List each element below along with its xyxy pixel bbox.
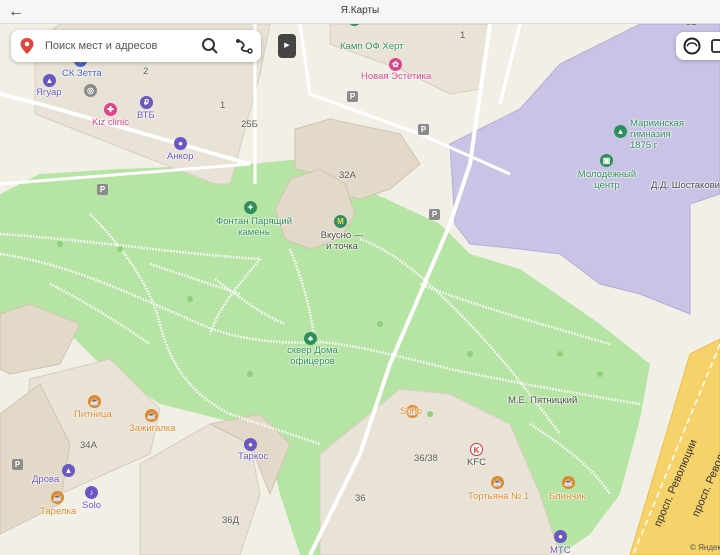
poi-kfc-label[interactable]: KFC — [467, 457, 486, 468]
parking-icon[interactable]: P — [97, 184, 108, 195]
search-icon[interactable] — [201, 37, 219, 55]
poi-sk-zetta-label[interactable]: СК Зетта — [62, 68, 102, 79]
building-number: 36Д — [222, 515, 240, 526]
panorama-icon[interactable] — [711, 39, 720, 53]
poi-drova-label[interactable]: Дрова — [32, 474, 59, 485]
poi-generic-icon[interactable]: ◎ — [84, 84, 97, 97]
poi-vtb-icon[interactable]: ₽ — [140, 96, 153, 109]
poi-novaya-estetika-icon[interactable]: ✿ — [389, 58, 402, 71]
poi-mariinskaya-icon[interactable]: ▲ — [614, 125, 627, 138]
poi-mts-label[interactable]: МТС — [550, 545, 571, 555]
route-icon[interactable] — [235, 37, 253, 55]
map-canvas[interactable]: 32 1 2 1 25Б 32А 34А 36/38 36 36Д P P P … — [0, 24, 720, 555]
poi-molodezhny-label[interactable]: Молодёжный центр — [577, 169, 637, 191]
building-number: 36/38 — [414, 453, 438, 464]
copyright-label[interactable]: © Яндекс — [690, 543, 720, 552]
poi-zazhigalka-label[interactable]: Зажигалка — [129, 423, 175, 434]
window-title: Я.Карты — [340, 5, 380, 16]
map-controls-panel — [676, 32, 720, 60]
poi-pyatnitsky-label[interactable]: М.Е. Пятницкий — [508, 395, 577, 406]
building-number: 1 — [460, 30, 466, 41]
building-number: 36 — [355, 493, 366, 504]
building-number: 25Б — [241, 119, 258, 130]
poi-ancor-icon[interactable]: ● — [174, 137, 187, 150]
building-number: 1 — [220, 100, 226, 111]
poi-molodezhny-icon[interactable]: ▣ — [600, 154, 613, 167]
poi-kamp-label[interactable]: Камп ОФ Херт — [340, 41, 403, 52]
poi-vtb-label[interactable]: ВТБ — [137, 110, 155, 121]
poi-solo-icon[interactable]: ♪ — [85, 486, 98, 499]
layers-icon[interactable] — [683, 37, 701, 55]
poi-zazhigalka-icon[interactable]: ☕ — [145, 409, 158, 422]
search-bar — [11, 30, 261, 62]
poi-tarkos-icon[interactable]: ● — [244, 438, 257, 451]
parking-icon[interactable]: P — [347, 91, 358, 102]
poi-pitnitsa-icon[interactable]: ☕ — [88, 395, 101, 408]
poi-drova-icon[interactable]: ▲ — [62, 464, 75, 477]
poi-kiz-clinic-label[interactable]: Kiz clinic — [92, 117, 129, 128]
location-pin-icon — [20, 38, 34, 54]
poi-mts-icon[interactable]: ● — [554, 530, 567, 543]
poi-tortyana-label[interactable]: Тортьяна № 1 — [468, 491, 529, 502]
title-bar: ← Я.Карты — [0, 0, 720, 24]
search-input[interactable] — [45, 30, 195, 62]
building-number: 34А — [80, 440, 97, 451]
building-number: 32 — [686, 24, 697, 28]
poi-fountain-icon[interactable]: ✦ — [244, 201, 257, 214]
poi-soho-label[interactable]: Soho — [400, 406, 422, 417]
poi-vkusno-label[interactable]: Вкусно — и точка — [318, 230, 366, 252]
poi-blinchik-label[interactable]: Блинчик — [549, 491, 586, 502]
poi-yaguar-label[interactable]: Ягуар — [36, 87, 62, 98]
parking-icon[interactable]: P — [429, 209, 440, 220]
poi-tarkos-label[interactable]: Таркос — [238, 451, 268, 462]
poi-kfc-icon[interactable]: K — [470, 443, 483, 456]
poi-tarelka-icon[interactable]: ☕ — [51, 491, 64, 504]
poi-ancor-label[interactable]: Анкор — [167, 151, 193, 162]
parking-icon[interactable]: P — [418, 124, 429, 135]
poi-pitnitsa-label[interactable]: Питница — [74, 409, 112, 420]
poi-tortyana-icon[interactable]: ☕ — [491, 476, 504, 489]
poi-mariinskaya-label[interactable]: Мариинская гимназия 1875 г. — [630, 118, 688, 151]
poi-solo-label[interactable]: Solo — [82, 500, 101, 511]
building-number: 2 — [143, 66, 149, 77]
poi-blinchik-icon[interactable]: ☕ — [562, 476, 575, 489]
poi-skver-label[interactable]: сквер Дома офицеров — [285, 345, 340, 367]
poi-kiz-clinic-icon[interactable]: ✚ — [104, 103, 117, 116]
poi-tarelka-label[interactable]: Тарелка — [40, 506, 76, 517]
poi-fountain-label[interactable]: Фонтан Парящий камень — [214, 216, 294, 238]
poi-shostakovich-label[interactable]: Д.Д. Шостакович — [651, 180, 720, 191]
poi-vkusno-icon[interactable]: M — [334, 215, 347, 228]
poi-yaguar-icon[interactable]: ▲ — [43, 74, 56, 87]
collapse-panel-button[interactable]: ▶ — [278, 34, 296, 58]
parking-icon[interactable]: P — [12, 459, 23, 470]
poi-skver-icon[interactable]: ♣ — [304, 332, 317, 345]
poi-novaya-estetika-label[interactable]: Новая Эстетика — [361, 71, 431, 82]
building-number: 32А — [339, 170, 356, 181]
